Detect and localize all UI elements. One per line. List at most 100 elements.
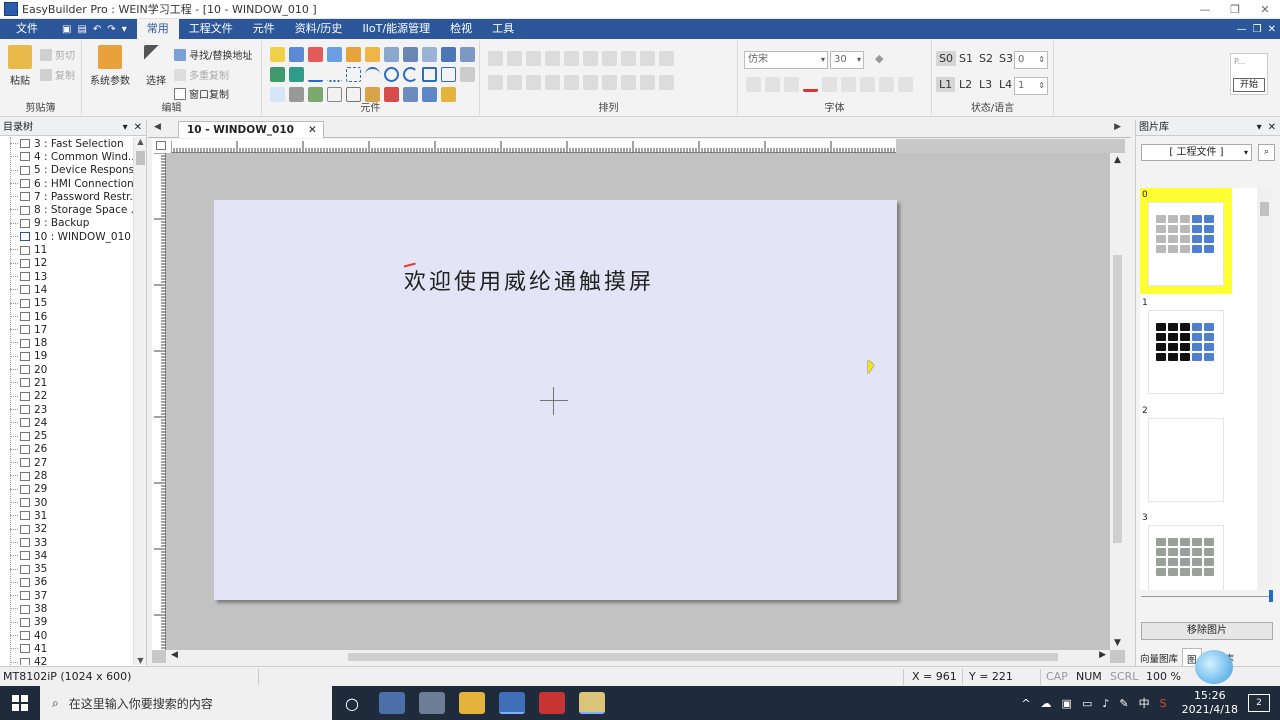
restore-button[interactable]: ❐	[1220, 0, 1250, 19]
library-scroll-thumb[interactable]	[1260, 202, 1269, 216]
start-simulation-button[interactable]: P... 开始	[1230, 53, 1268, 95]
rotate-icon[interactable]	[526, 75, 541, 90]
layer-icon[interactable]	[564, 75, 579, 90]
tree-item[interactable]: 32	[0, 523, 133, 536]
slider-knob[interactable]	[1269, 590, 1273, 602]
state-s1-button[interactable]: S1	[956, 51, 976, 66]
diamond-icon[interactable]	[346, 47, 361, 62]
align-top-icon[interactable]	[545, 51, 560, 66]
same-width-icon[interactable]	[602, 51, 617, 66]
save-all-icon[interactable]: ▤	[77, 24, 86, 35]
volume-icon[interactable]: ♪	[1102, 697, 1109, 710]
multi-copy-button[interactable]: 多重复制	[174, 67, 229, 82]
easybuilder-icon[interactable]	[499, 692, 525, 714]
scroll-down-icon[interactable]: ▼	[134, 656, 147, 665]
canvas-scroll-right-icon[interactable]: ▶	[1099, 650, 1106, 660]
italic-icon[interactable]	[784, 77, 799, 92]
tree-item[interactable]: 29	[0, 483, 133, 496]
language-l2-button[interactable]: L2	[956, 77, 975, 92]
system-params-button[interactable]: 系统参数	[90, 45, 130, 87]
tree-item[interactable]: 11	[0, 243, 133, 256]
tree-item[interactable]: 34	[0, 549, 133, 562]
menu-tools[interactable]: 工具	[482, 19, 524, 39]
state-s2-button[interactable]: S2	[976, 51, 996, 66]
canvas-area[interactable]: 欢迎使用威纶通触摸屏	[166, 153, 1110, 650]
tree-item[interactable]: 16	[0, 310, 133, 323]
scroll-up-icon[interactable]: ▲	[134, 137, 147, 146]
switch-icon[interactable]	[289, 47, 304, 62]
tree-item[interactable]: 27	[0, 456, 133, 469]
ungroup-icon[interactable]	[602, 75, 617, 90]
grow-font-icon[interactable]	[746, 77, 761, 92]
star-icon[interactable]	[441, 67, 456, 82]
group-icon[interactable]	[659, 51, 674, 66]
language-l1-button[interactable]: L1	[936, 77, 956, 92]
close-button[interactable]: ✕	[1250, 0, 1280, 19]
align-right-icon[interactable]	[526, 51, 541, 66]
underline-icon[interactable]	[822, 77, 837, 92]
align-text-center-icon[interactable]	[860, 77, 875, 92]
shrink-font-icon[interactable]	[765, 77, 780, 92]
same-height-icon[interactable]	[621, 51, 636, 66]
tree-item[interactable]: 20	[0, 363, 133, 376]
tree-item[interactable]: 8 : Storage Space ...	[0, 203, 133, 216]
start-button[interactable]	[0, 686, 40, 720]
cut-button[interactable]: 剪切	[40, 47, 75, 62]
window-page[interactable]: 欢迎使用威纶通触摸屏	[214, 200, 897, 600]
notification-center-icon[interactable]: 2	[1248, 694, 1270, 712]
folder-icon[interactable]	[365, 47, 380, 62]
align-text-right-icon[interactable]	[879, 77, 894, 92]
canvas-horizontal-scrollbar[interactable]: ◀ ▶	[166, 650, 1110, 663]
canvas-vertical-scrollbar[interactable]: ▲ ▼	[1110, 153, 1125, 650]
library-source-select[interactable]: [ 工程文件 ] ▾	[1141, 144, 1252, 161]
pie-icon[interactable]	[403, 67, 418, 82]
flip-icon[interactable]	[545, 75, 560, 90]
polyline-icon[interactable]	[346, 67, 361, 82]
tree-item[interactable]: 18	[0, 336, 133, 349]
tree-item[interactable]: 40	[0, 629, 133, 642]
state-s0-button[interactable]: S0	[936, 51, 956, 66]
library-scrollbar[interactable]	[1258, 188, 1271, 590]
select-button[interactable]: 选择	[144, 45, 168, 87]
ribbon-close-icon[interactable]: ✕	[1268, 24, 1276, 35]
panel-close-icon[interactable]: ✕	[134, 120, 142, 136]
save-icon[interactable]: ▣	[62, 24, 71, 35]
language-stepper[interactable]: 1 ⇕	[1014, 77, 1048, 95]
customize-icon[interactable]: ▾	[122, 24, 127, 35]
tab-close-icon[interactable]: ✕	[308, 122, 317, 138]
arc-icon[interactable]	[365, 67, 380, 82]
tree-item[interactable]: 26	[0, 443, 133, 456]
state-stepper[interactable]: 0 ⇕	[1014, 51, 1048, 69]
copy-button[interactable]: 复制	[40, 67, 75, 82]
tree-item[interactable]: 37	[0, 589, 133, 602]
ribbon-restore-icon[interactable]: ❐	[1253, 24, 1262, 35]
ribbon-minimize-icon[interactable]: —	[1237, 24, 1247, 35]
taskbar-search[interactable]: ⌕ 在这里输入你要搜索的内容	[40, 686, 332, 720]
line-spacing-icon[interactable]	[898, 77, 913, 92]
tree-item[interactable]: 25	[0, 430, 133, 443]
tree-item[interactable]: 24	[0, 416, 133, 429]
align-left-icon[interactable]	[488, 51, 503, 66]
panel-menu-icon[interactable]: ▾	[123, 120, 128, 136]
menu-file[interactable]: 文件	[0, 19, 54, 39]
keypad-icon[interactable]	[327, 47, 342, 62]
tree-item[interactable]: 3 : Fast Selection	[0, 137, 133, 150]
table-icon[interactable]	[422, 47, 437, 62]
floating-assistant-icon[interactable]	[1195, 650, 1233, 684]
menu-iiot[interactable]: IIoT/能源管理	[352, 19, 440, 39]
tree-scrollbar[interactable]: ▲ ▼	[133, 137, 146, 665]
tree-item[interactable]: 22	[0, 390, 133, 403]
menu-objects[interactable]: 元件	[243, 19, 285, 39]
remove-image-button[interactable]: 移除图片	[1141, 622, 1273, 640]
canvas-scroll-up-icon[interactable]: ▲	[1110, 155, 1125, 165]
tree-item[interactable]: 36	[0, 576, 133, 589]
language-l3-button[interactable]: L3	[976, 77, 995, 92]
thumbnail-size-slider[interactable]	[1141, 590, 1273, 602]
distribute-icon[interactable]	[640, 51, 655, 66]
menu-view[interactable]: 检视	[440, 19, 482, 39]
tree-item[interactable]: 10 : WINDOW_010	[0, 230, 133, 243]
menu-project[interactable]: 工程文件	[179, 19, 243, 39]
tree-item[interactable]: 39	[0, 616, 133, 629]
rectangle-icon[interactable]	[422, 67, 437, 82]
canvas-scroll-down-icon[interactable]: ▼	[1110, 638, 1125, 648]
